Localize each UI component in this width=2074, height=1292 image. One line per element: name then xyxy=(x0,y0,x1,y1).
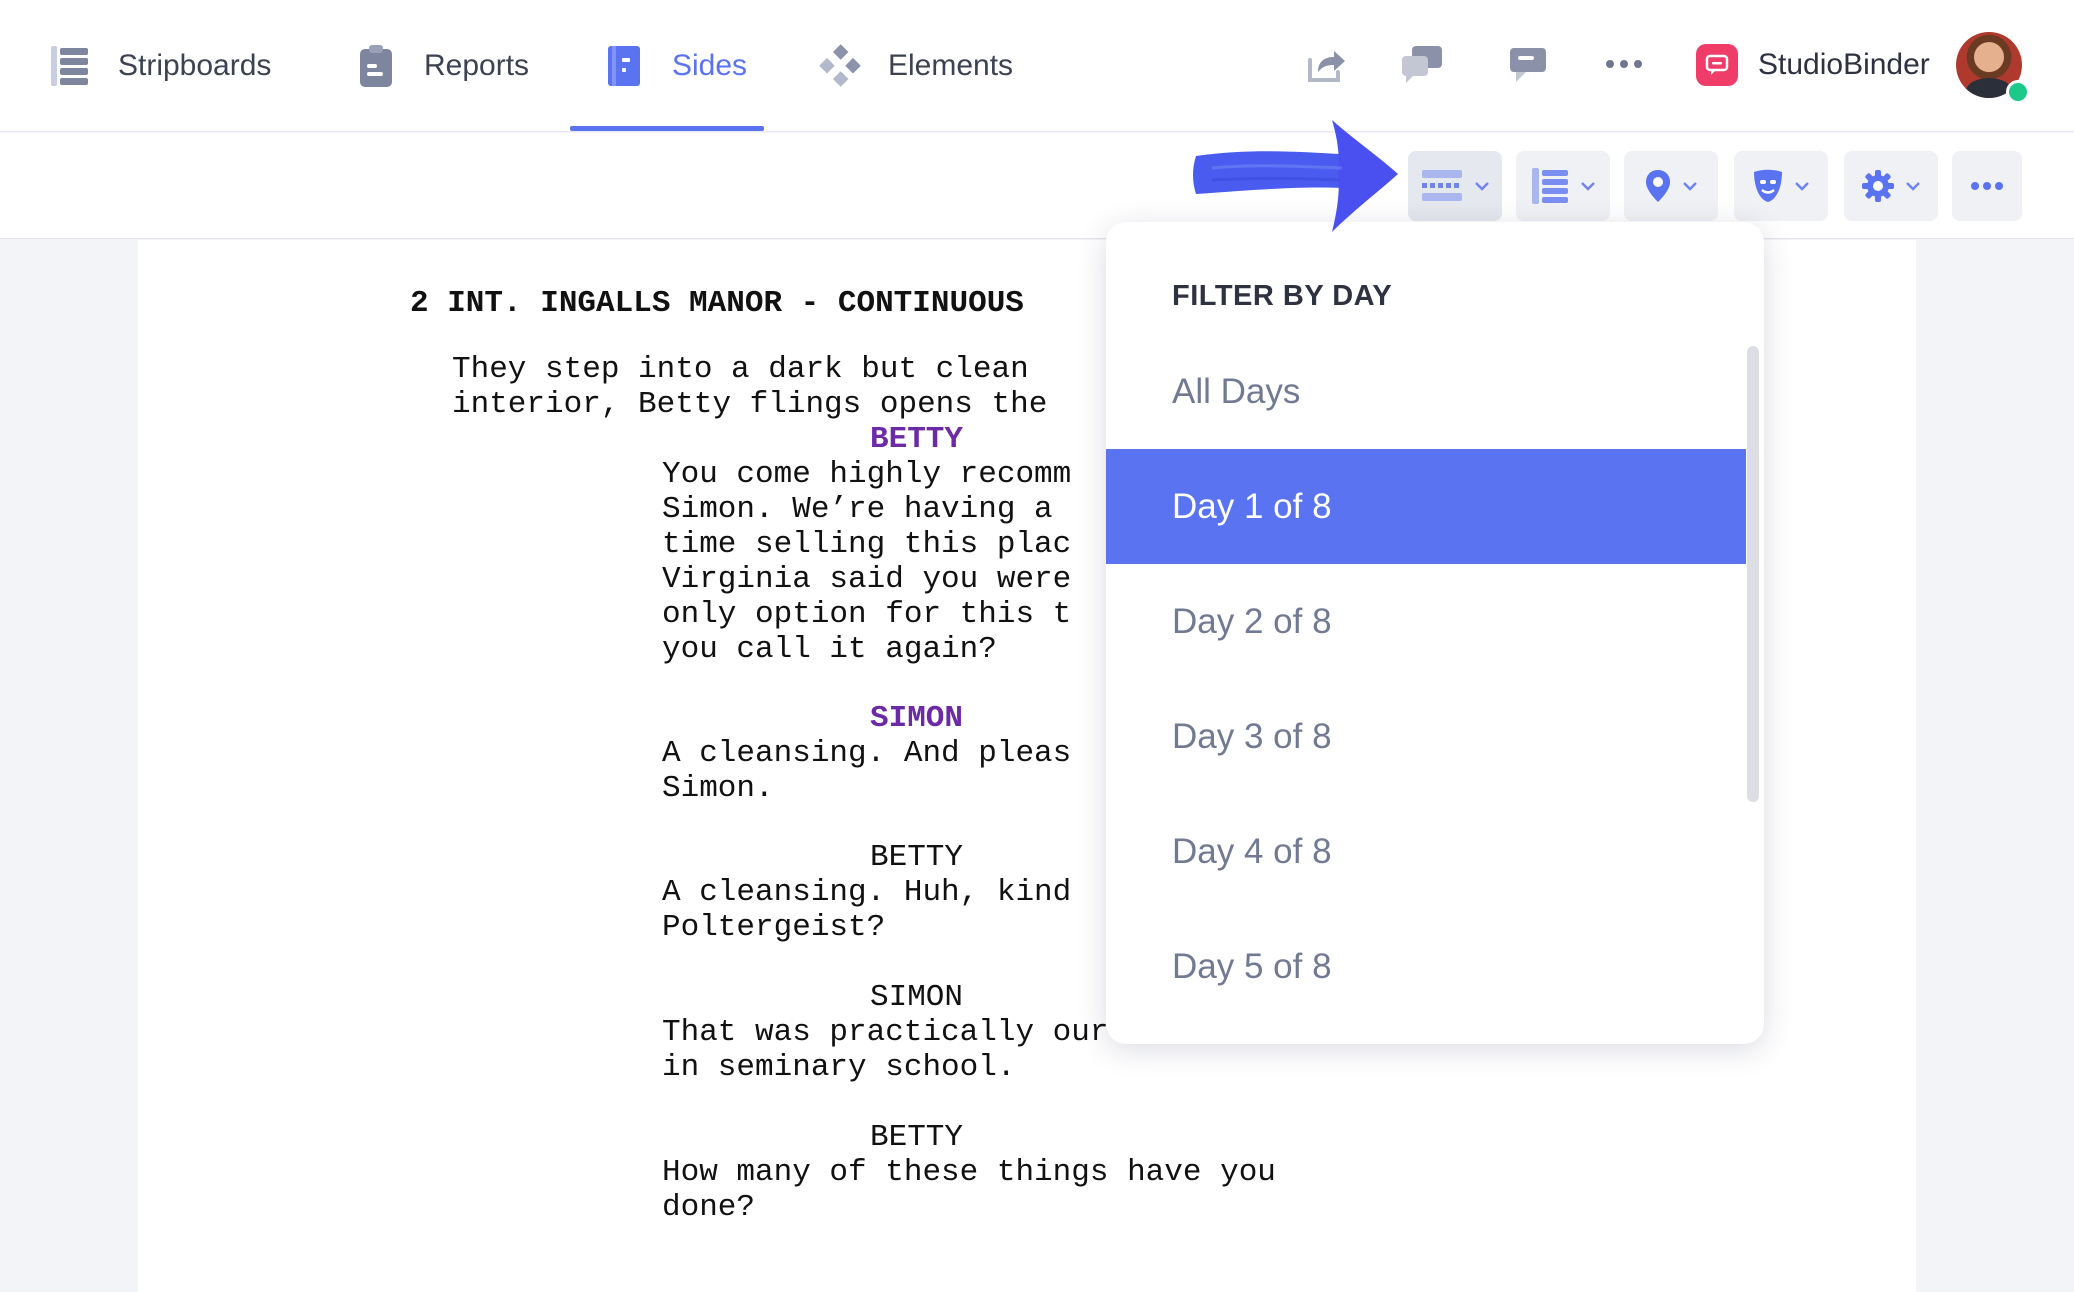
dialogue-line: Simon. We’re having a xyxy=(662,492,1072,527)
filter-by-day-dropdown: FILTER BY DAY All Days Day 1 of 8 Day 2 … xyxy=(1106,222,1764,1044)
nav-elements[interactable]: Elements xyxy=(818,0,1013,132)
sides-toolbar xyxy=(0,133,2074,239)
filter-by-day-button[interactable] xyxy=(1408,151,1502,221)
location-pin-icon xyxy=(1646,170,1670,202)
dialogue-line: time selling this plac xyxy=(662,527,1072,562)
dialogue-line: A cleansing. Huh, kind xyxy=(662,875,1072,910)
scenes-list-icon xyxy=(1532,168,1568,204)
scene-heading: 2 INT. INGALLS MANOR - CONTINUOUS xyxy=(410,286,1024,321)
dropdown-scrollbar-thumb[interactable] xyxy=(1747,346,1759,802)
dialogue-line: You come highly recomm xyxy=(662,457,1072,492)
dialogue-line: only option for this t xyxy=(662,597,1072,632)
settings-button[interactable] xyxy=(1844,151,1938,221)
chevron-down-icon xyxy=(1795,182,1809,191)
chat-button[interactable] xyxy=(1398,40,1446,88)
location-filter-button[interactable] xyxy=(1624,151,1718,221)
more-horizontal-icon xyxy=(1606,60,1642,68)
studiobinder-logo-icon xyxy=(1696,44,1738,86)
day-option-4[interactable]: Day 4 of 8 xyxy=(1106,794,1746,909)
character-name: SIMON xyxy=(870,701,964,736)
chevron-down-icon xyxy=(1581,182,1595,191)
action-line: interior, Betty flings opens the xyxy=(452,387,1048,422)
sides-document-icon xyxy=(602,44,646,88)
chevron-down-icon xyxy=(1683,182,1697,191)
nav-sides[interactable]: Sides xyxy=(602,0,747,132)
character-name: SIMON xyxy=(870,980,964,1015)
dialogue-line: How many of these things have you xyxy=(662,1155,1276,1190)
dialogue-line: Poltergeist? xyxy=(662,910,886,945)
active-tab-indicator xyxy=(570,126,764,131)
character-filter-button[interactable] xyxy=(1734,151,1828,221)
online-status-indicator xyxy=(2006,80,2030,104)
brand-account-menu[interactable]: StudioBinder xyxy=(1696,36,1930,94)
nav-stripboards[interactable]: Stripboards xyxy=(48,0,271,132)
day-option-2[interactable]: Day 2 of 8 xyxy=(1106,564,1746,679)
chevron-down-icon xyxy=(1475,182,1489,191)
scenes-list-button[interactable] xyxy=(1516,151,1610,221)
top-navigation: Stripboards Reports Sides Elements Studi… xyxy=(0,0,2074,132)
comment-button[interactable] xyxy=(1504,40,1552,88)
comment-icon xyxy=(1510,48,1546,82)
day-option-5[interactable]: Day 5 of 8 xyxy=(1106,909,1746,1024)
stripboard-icon xyxy=(48,44,92,88)
share-icon xyxy=(1308,51,1345,82)
dialogue-line: Simon. xyxy=(662,771,774,806)
nav-label-reports: Reports xyxy=(424,49,530,82)
day-option-3[interactable]: Day 3 of 8 xyxy=(1106,679,1746,794)
day-option-1[interactable]: Day 1 of 8 xyxy=(1106,449,1746,564)
toolbar-more-button[interactable] xyxy=(1952,151,2022,221)
dialogue-line: you call it again? xyxy=(662,632,997,667)
day-options-list: All Days Day 1 of 8 Day 2 of 8 Day 3 of … xyxy=(1106,334,1746,1024)
character-name: BETTY xyxy=(870,422,964,457)
callout-arrow-icon xyxy=(1193,120,1398,232)
nav-label-sides: Sides xyxy=(672,49,748,82)
nav-label-stripboards: Stripboards xyxy=(118,49,272,82)
brand-name: StudioBinder xyxy=(1758,48,1930,81)
settings-gear-icon xyxy=(1862,170,1894,202)
dropdown-title: FILTER BY DAY xyxy=(1172,280,1393,312)
share-button[interactable] xyxy=(1302,40,1350,88)
chat-icon xyxy=(1402,46,1442,83)
action-line: They step into a dark but clean xyxy=(452,352,1029,387)
dialogue-line: in seminary school. xyxy=(662,1050,1016,1085)
character-name: BETTY xyxy=(870,1120,964,1155)
dialogue-line: A cleansing. And pleas xyxy=(662,736,1072,771)
dialogue-line: done? xyxy=(662,1190,756,1225)
character-name: BETTY xyxy=(870,840,964,875)
clipboard-icon xyxy=(354,44,398,88)
more-horizontal-icon xyxy=(1971,182,2003,190)
day-option-all[interactable]: All Days xyxy=(1106,334,1746,449)
filter-by-day-icon xyxy=(1422,170,1462,201)
chevron-down-icon xyxy=(1906,182,1920,191)
nav-label-elements: Elements xyxy=(888,49,1014,82)
dialogue-line: Virginia said you were xyxy=(662,562,1072,597)
character-mask-icon xyxy=(1754,169,1782,202)
more-options-button[interactable] xyxy=(1600,40,1648,88)
elements-diamond-icon xyxy=(818,44,862,88)
nav-reports[interactable]: Reports xyxy=(354,0,529,132)
